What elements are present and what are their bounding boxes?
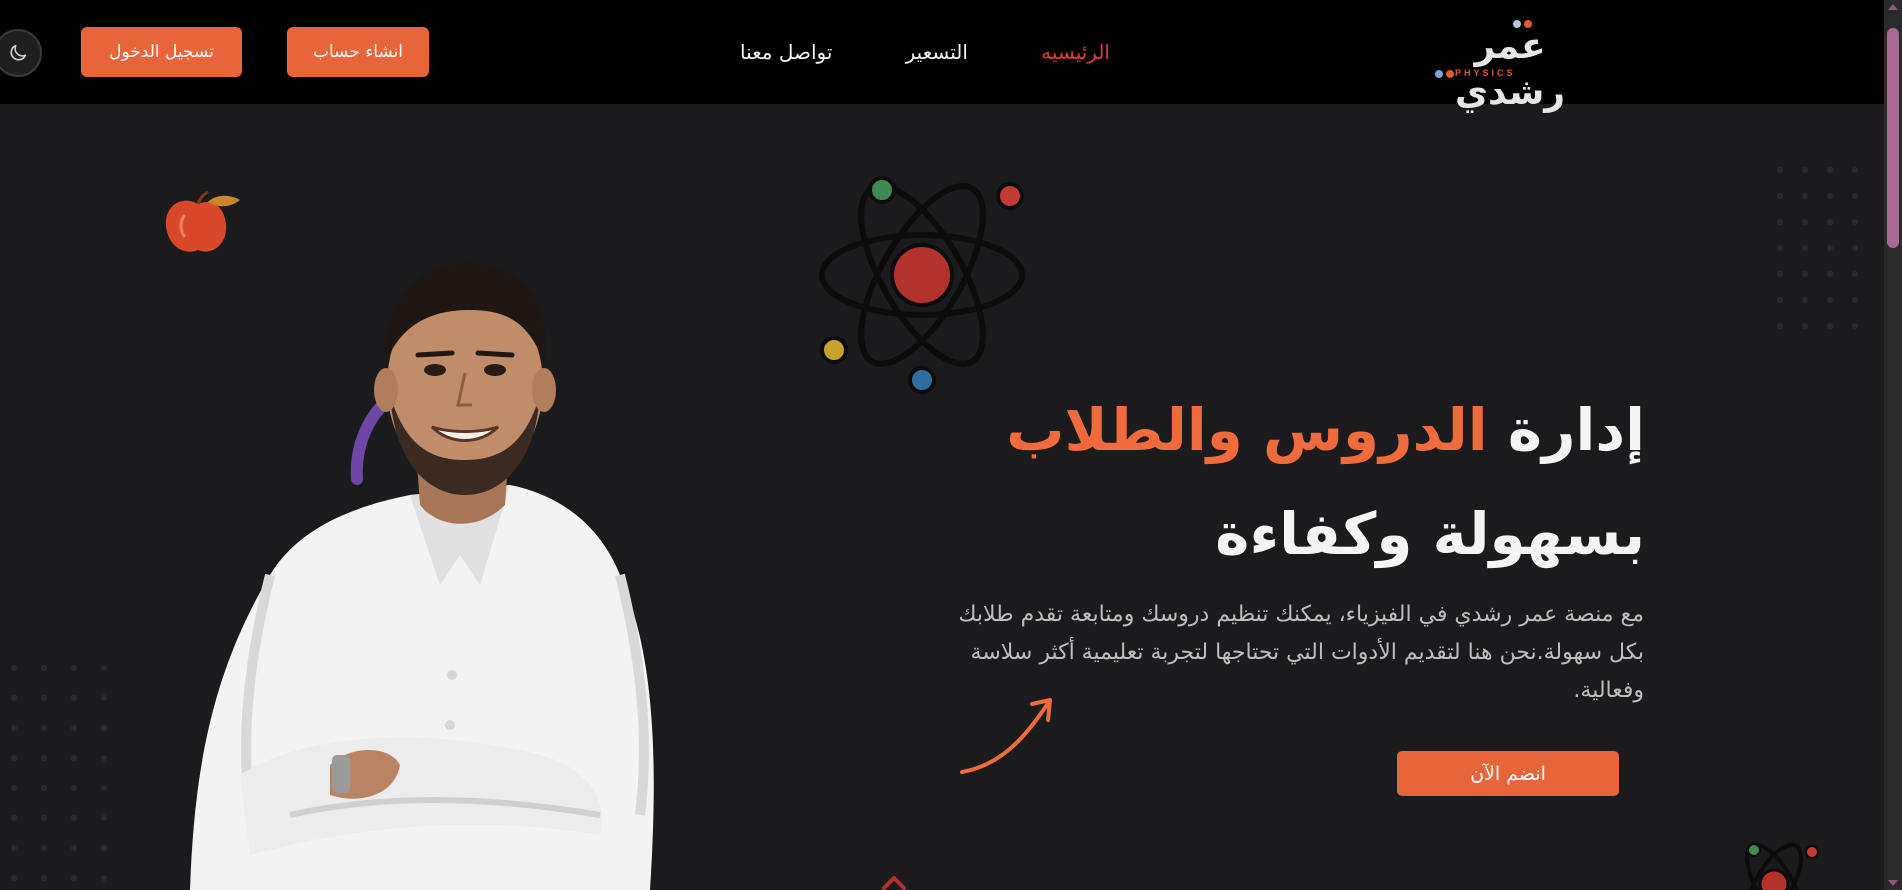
logo-dot [1524,20,1532,28]
logo[interactable]: عمر رشدي PHYSICS [1425,20,1595,113]
join-now-button[interactable]: انضم الآن [1397,751,1619,796]
theme-toggle-button[interactable] [0,29,42,77]
dot-pattern [1777,167,1858,329]
hero-title-prefix: إدارة [1507,396,1645,464]
apple-icon [165,190,240,252]
atom-icon [819,176,1025,394]
nav-link-contact[interactable]: تواصل معنا [740,40,832,64]
logo-dot [1435,70,1443,78]
logo-subtitle: PHYSICS [1455,68,1516,78]
login-button[interactable]: تسجيل الدخول [81,27,242,77]
nav-links: الرئيسيه التسعير تواصل معنا [740,34,1110,70]
instructor-portrait [190,262,654,890]
moon-icon [10,44,27,61]
atom-icon-small [1745,842,1819,890]
logo-dot [1446,70,1454,78]
hero-title-line2: بسهولة وكفاءة [1215,500,1645,568]
hero-title: إدارة الدروس والطلاب بسهولة وكفاءة [940,378,1645,586]
dot-pattern [11,665,107,881]
navbar: عمر رشدي PHYSICS الرئيسيه التسعير تواصل … [0,0,1884,113]
landing-page: عمر رشدي PHYSICS الرئيسيه التسعير تواصل … [0,0,1902,890]
hero-description: مع منصة عمر رشدي في الفيزياء، يمكنك تنظي… [958,602,1644,703]
register-button[interactable]: انشاء حساب [287,27,429,77]
nav-link-home[interactable]: الرئيسيه [1041,40,1110,64]
scrollbar[interactable] [1884,0,1902,890]
nav-link-pricing[interactable]: التسعير [906,40,968,64]
scroll-up-arrow-icon[interactable] [1888,4,1898,10]
decor-mark [882,876,906,890]
hero-title-accent: الدروس والطلاب [1006,396,1488,464]
logo-dot [1513,20,1521,28]
scrollbar-thumb[interactable] [1887,28,1899,248]
scroll-down-arrow-icon[interactable] [1888,880,1898,886]
